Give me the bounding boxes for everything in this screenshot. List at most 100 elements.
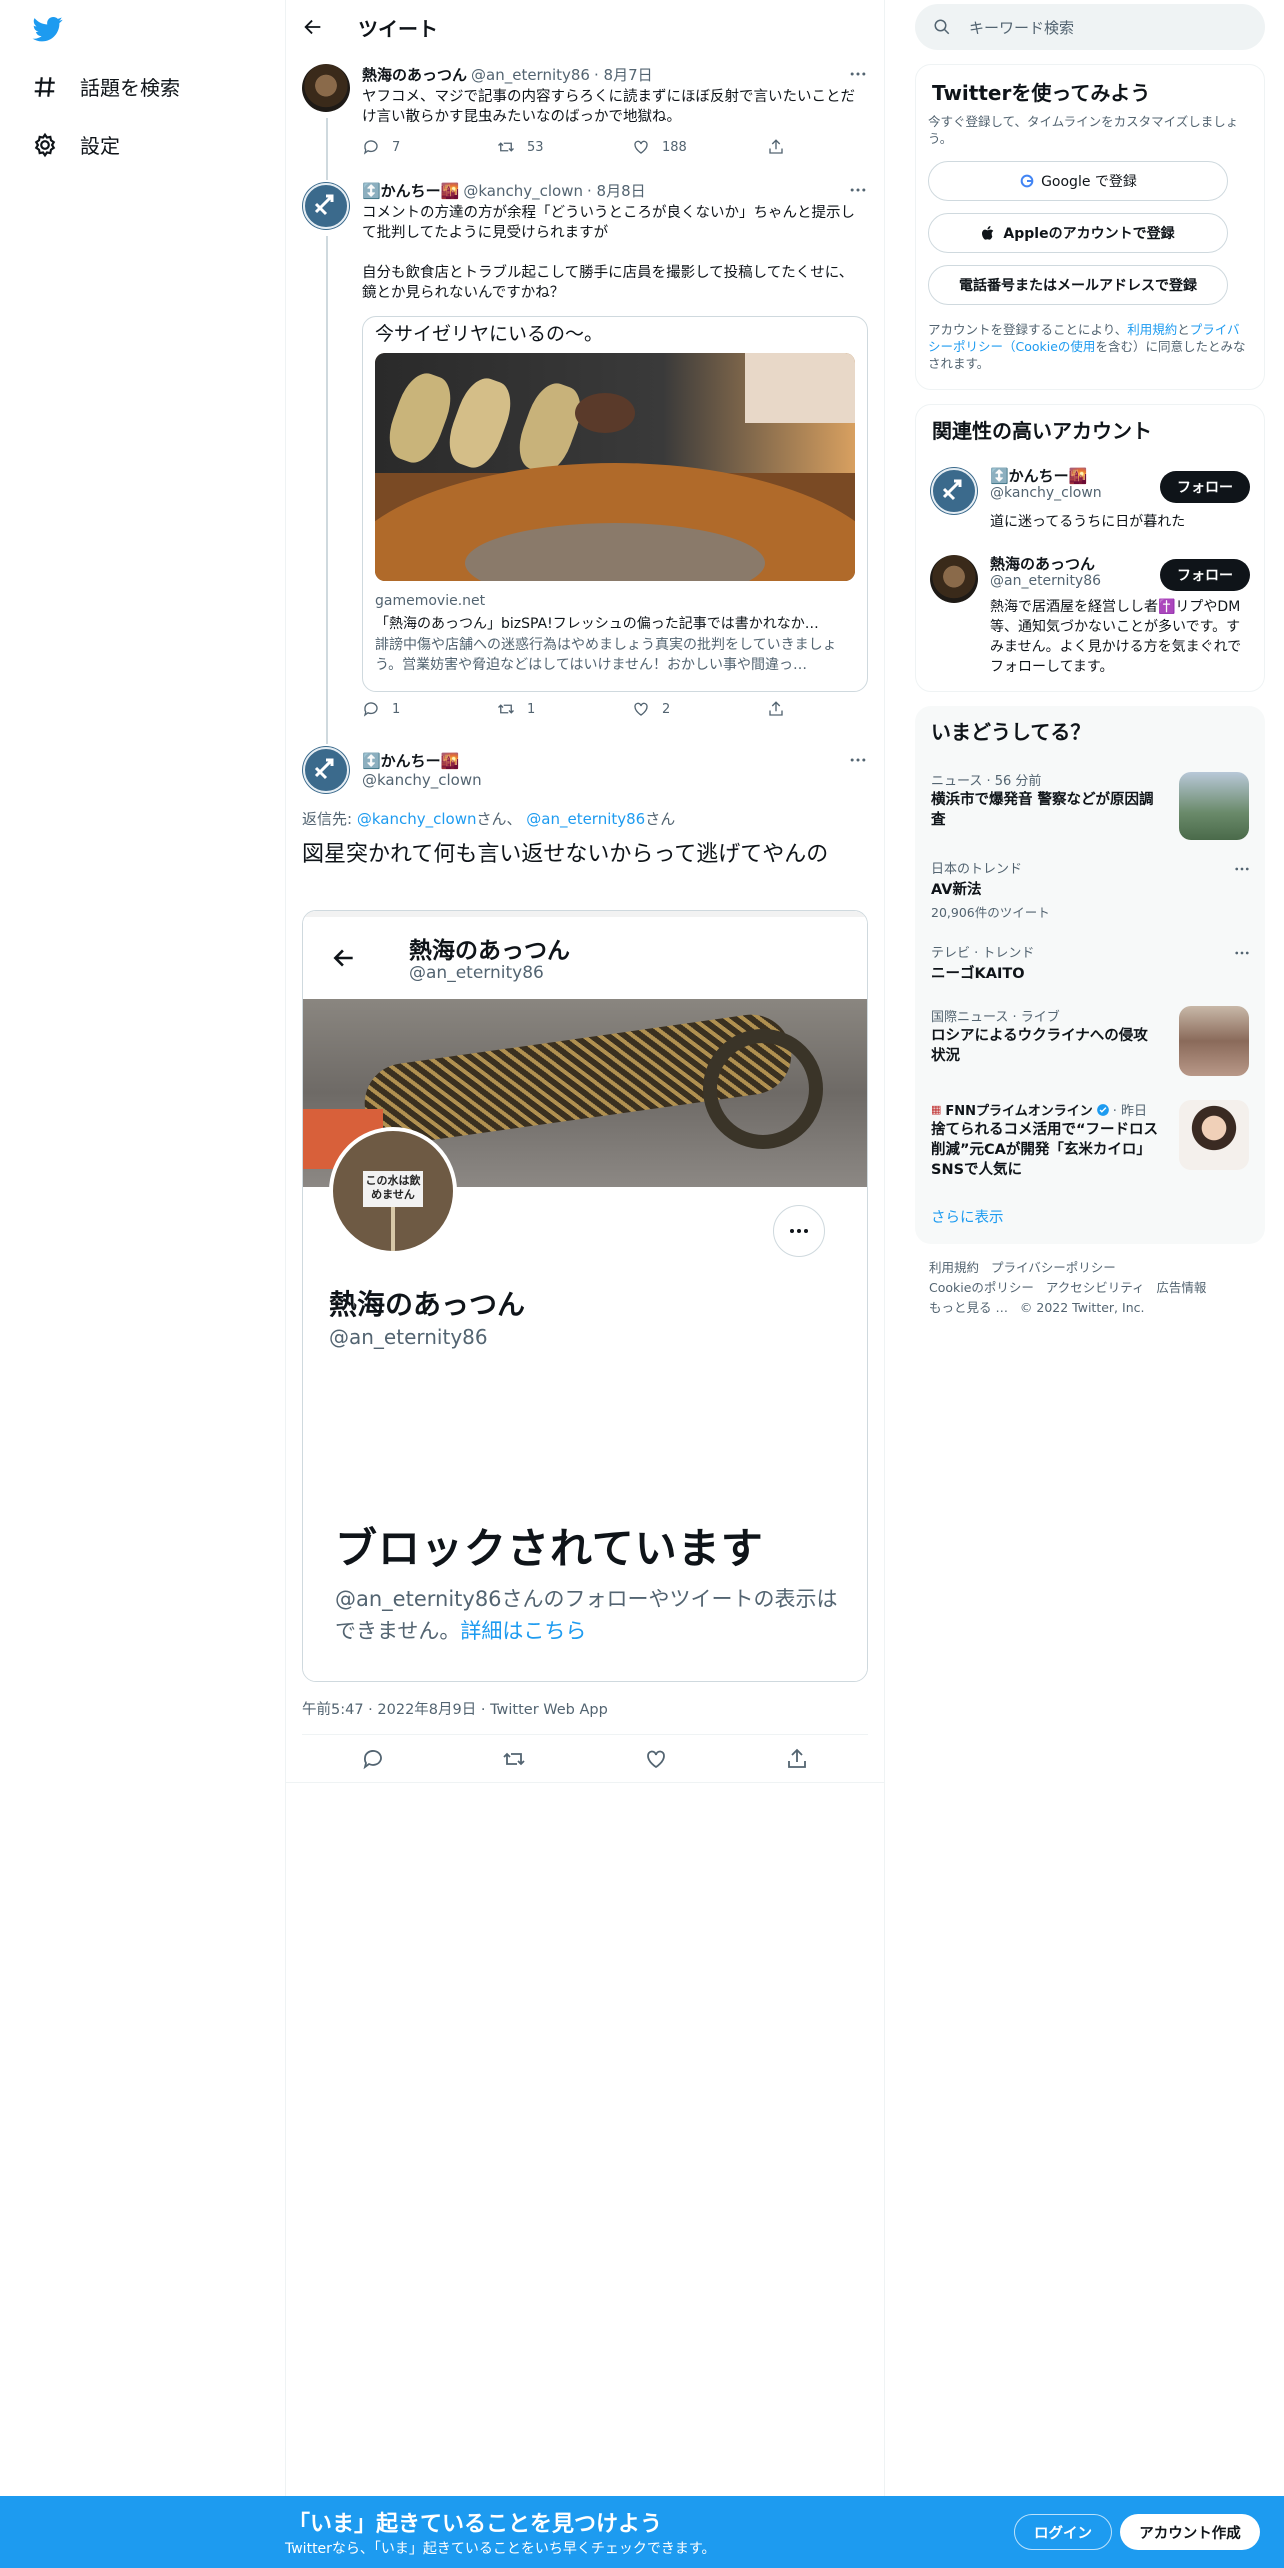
account-handle[interactable]: @an_eternity86 [990, 573, 1101, 589]
trend-item[interactable]: ニュース · 56 分前 横浜市で爆発音 警察などが原因調査 [915, 762, 1265, 842]
tweet-author-row: ↕️かんちー🌇 @kanchy_clown · 8月8日 [362, 180, 862, 201]
share-icon [769, 139, 783, 154]
divider [286, 1782, 884, 1783]
tweet-text: 図星突かれて何も言い返せないからって逃げてやんの [302, 842, 829, 867]
tweet-1[interactable]: 熱海のあっつん @an_eternity86 · 8月7日 ヤフコメ、マジで記事… [286, 54, 884, 166]
trend-source-name: FNNプライムオンライン [945, 1104, 1093, 1119]
retweet-button[interactable]: 1 [497, 700, 632, 718]
author-name[interactable]: ↕️かんちー🌇 [362, 750, 482, 771]
reply-user-link[interactable]: @kanchy_clown [357, 810, 477, 828]
like-button[interactable]: 2 [632, 700, 767, 718]
reply-count: 1 [392, 701, 401, 717]
google-signup-button[interactable]: Google で登録 [928, 161, 1228, 201]
retweet-icon[interactable] [502, 1747, 526, 1771]
tweet-meta[interactable]: 午前5:47 · 2022年8月9日 · Twitter Web App [302, 1698, 608, 1719]
account-name[interactable]: 熱海のあっつん [990, 553, 1095, 574]
more-icon[interactable] [848, 180, 868, 200]
tweet-2[interactable]: ↕️かんちー🌇 @kanchy_clown · 8月8日 コメントの方達の方が余… [286, 166, 884, 742]
tweet-3-focused: ↕️かんちー🌇 @kanchy_clown 返信先: @kanchy_clown… [286, 742, 884, 1783]
footer-more[interactable]: もっと見る … [929, 1300, 1008, 1315]
follow-button[interactable]: フォロー [1160, 559, 1250, 591]
twitter-logo-icon[interactable] [32, 14, 64, 44]
trend-item[interactable]: 国際ニュース · ライブ ロシアによるウクライナへの侵攻状況 [915, 998, 1265, 1084]
account-name[interactable]: ↕️かんちー🌇 [990, 465, 1087, 486]
related-accounts-box: 関連性の高いアカウント ↕️かんちー🌇 @kanchy_clown 道に迷ってる… [915, 404, 1265, 692]
account-item[interactable]: ↕️かんちー🌇 @kanchy_clown 道に迷ってるうちに日が暮れた フォロ… [916, 457, 1264, 543]
like-count: 2 [662, 701, 671, 717]
more-icon[interactable] [848, 750, 868, 770]
share-icon[interactable] [785, 1747, 809, 1771]
footer-copyright: © 2022 Twitter, Inc. [1019, 1300, 1145, 1315]
trend-title: ロシアによるウクライナへの侵攻状況 [931, 1028, 1148, 1064]
author-handle[interactable]: @an_eternity86 [471, 66, 590, 84]
trends-title: いまどうしてる？ [931, 720, 1091, 744]
tweet-date[interactable]: · 8月7日 [594, 64, 653, 85]
blocked-link: 詳細はこちら [460, 1619, 587, 1643]
avatar[interactable] [930, 555, 978, 603]
reply-user-link[interactable]: @an_eternity86 [526, 810, 645, 828]
retweet-button[interactable]: 53 [497, 138, 632, 156]
retweet-count: 1 [527, 701, 536, 717]
author-handle[interactable]: @kanchy_clown [463, 182, 583, 200]
search-input[interactable]: キーワード検索 [915, 4, 1265, 50]
avatar[interactable] [302, 64, 350, 112]
trend-meta: 国際ニュース · ライブ [931, 1010, 1060, 1025]
login-button[interactable]: ログイン [1014, 2514, 1112, 2550]
trend-meta: テレビ · トレンド [931, 946, 1035, 961]
share-button[interactable] [767, 700, 797, 718]
verified-badge-icon [1096, 1103, 1109, 1116]
share-icon [769, 701, 783, 716]
trend-item[interactable]: テレビ · トレンド ニーゴKAITO [915, 934, 1265, 998]
reply-icon[interactable] [361, 1747, 385, 1771]
more-icon[interactable] [848, 64, 868, 84]
footer-terms[interactable]: 利用規約 [929, 1260, 979, 1275]
account-item[interactable]: 熱海のあっつん @an_eternity86 熱海で居酒屋を経営しし者✝️リプや… [916, 545, 1264, 685]
hashtag-icon [34, 76, 55, 97]
share-button[interactable] [767, 138, 797, 156]
show-more-link[interactable]: さらに表示 [931, 1206, 1004, 1227]
back-arrow-icon[interactable] [302, 16, 324, 38]
author-handle[interactable]: @kanchy_clown [362, 771, 482, 789]
trend-thumbnail [1179, 1100, 1249, 1170]
signup-button[interactable]: アカウント作成 [1120, 2514, 1260, 2550]
nav-settings[interactable]: 設定 [32, 130, 120, 159]
author-name[interactable]: ↕️かんちー🌇 [362, 180, 459, 201]
signup-title: Twitterを使ってみよう [932, 81, 1151, 105]
more-icon[interactable] [1233, 860, 1251, 878]
heart-icon[interactable] [644, 1747, 668, 1771]
retweet-icon [498, 142, 514, 152]
more-icon[interactable] [1233, 944, 1251, 962]
author-name[interactable]: 熱海のあっつん [362, 64, 467, 85]
footer-ads[interactable]: 広告情報 [1156, 1280, 1206, 1295]
follow-button[interactable]: フォロー [1160, 471, 1250, 503]
phone-signup-button[interactable]: 電話番号またはメールアドレスで登録 [928, 265, 1228, 305]
footer-cookie[interactable]: Cookieのポリシー [929, 1280, 1034, 1295]
apple-icon [982, 226, 994, 240]
apple-signup-button[interactable]: Appleのアカウントで登録 [928, 213, 1228, 253]
reply-suffix: さん [645, 810, 676, 828]
reply-button[interactable]: 7 [362, 138, 497, 156]
tweet-text: コメントの方達の方が余程「どういうところが良くないか」ちゃんと提示して批判してた… [362, 205, 855, 301]
avatar[interactable] [302, 746, 350, 794]
nav-explore[interactable]: 話題を検索 [32, 72, 180, 101]
avatar[interactable] [930, 467, 978, 515]
link-card[interactable]: 今サイゼリヤにいるの〜。 gamemovie.net 「熱海のあっつん」bizS… [362, 316, 868, 692]
footer-privacy[interactable]: プライバシーポリシー [991, 1260, 1116, 1275]
thread-line [326, 236, 328, 742]
profile-avatar: この水は飲めません [329, 1127, 457, 1255]
tweet-header: ツイート [286, 0, 884, 54]
trend-item[interactable]: 日本のトレンド AV新法 20,906件のツイート [915, 850, 1265, 930]
terms-link[interactable]: 利用規約 [1127, 322, 1177, 337]
related-title: 関連性の高いアカウント [932, 419, 1152, 443]
tweet-image[interactable]: 熱海のあっつん @an_eternity86 この水は飲めません 熱海のあっつん… [302, 910, 868, 1682]
tweet-date[interactable]: · 8月8日 [587, 180, 646, 201]
trend-item[interactable]: ▦ FNNプライムオンライン · 昨日 捨てられるコメ活用で“フードロス削減”元… [915, 1092, 1265, 1182]
card-image [375, 353, 855, 581]
blocked-message: @an_eternity86さんのフォローやツイートの表示はできません。詳細はこ… [335, 1583, 845, 1647]
account-handle[interactable]: @kanchy_clown [990, 485, 1102, 501]
sign-text: この水は飲めません [363, 1171, 423, 1207]
reply-button[interactable]: 1 [362, 700, 497, 718]
avatar[interactable] [302, 182, 350, 230]
like-button[interactable]: 188 [632, 138, 767, 156]
footer-accessibility[interactable]: アクセシビリティ [1046, 1280, 1145, 1295]
